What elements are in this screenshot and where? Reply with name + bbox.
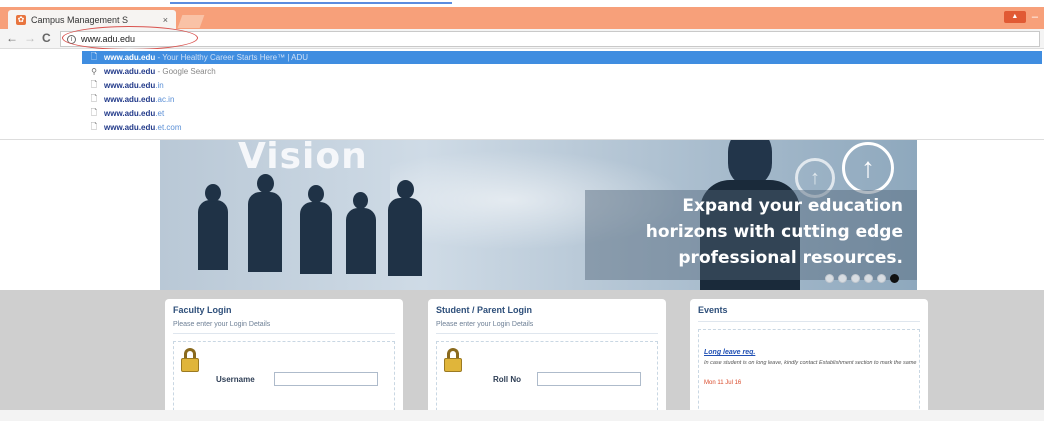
page-icon: 🗋 xyxy=(90,121,98,131)
faculty-login-title: Faculty Login xyxy=(173,305,232,315)
suggestion-item[interactable]: ⚲ www.adu.edu - Google Search xyxy=(82,65,1042,78)
events-title: Events xyxy=(698,305,728,315)
suggestion-url: www.adu.edu xyxy=(104,53,156,62)
minimize-button[interactable]: – xyxy=(1032,11,1038,23)
suggestion-url: www.adu.edu xyxy=(104,81,156,90)
lock-icon xyxy=(443,348,463,372)
back-arrow-icon[interactable]: ← xyxy=(6,31,18,45)
bottom-strip xyxy=(0,410,1044,421)
suggestion-url-suffix: .et.com xyxy=(155,123,182,132)
underlined-link[interactable] xyxy=(170,2,452,4)
slider-dot[interactable] xyxy=(838,274,847,283)
page-icon: 🗋 xyxy=(90,51,98,61)
hero-banner: Vision ↑ ↑ Expand your education horizon… xyxy=(160,140,917,290)
top-link-strip xyxy=(0,0,1044,7)
suggestion-url: www.adu.edu xyxy=(104,123,156,132)
page-icon: 🗋 xyxy=(90,93,98,103)
suggestion-url: www.adu.edu xyxy=(104,67,156,76)
divider xyxy=(698,321,920,322)
window-controls: ▲ – xyxy=(1003,11,1038,23)
page-icon: 🗋 xyxy=(90,79,98,89)
login-section: Faculty Login Please enter your Login De… xyxy=(0,290,1044,421)
suggestion-url-suffix: .ac.in xyxy=(155,95,175,104)
suggestion-url: www.adu.edu xyxy=(104,109,156,118)
event-description: In case student is on long leave, kindly… xyxy=(704,360,917,366)
slider-dot[interactable] xyxy=(851,274,860,283)
suggestion-item[interactable]: 🗋 www.adu.edu.et xyxy=(82,107,1042,120)
student-login-subtitle: Please enter your Login Details xyxy=(436,321,534,328)
suggestion-item[interactable]: 🗋 www.adu.edu.et.com xyxy=(82,121,1042,134)
slider-dots xyxy=(825,274,899,283)
profile-badge[interactable]: ▲ xyxy=(1003,11,1026,23)
up-arrow-icon: ↑ xyxy=(842,142,894,194)
reload-icon[interactable]: C xyxy=(42,31,51,45)
suggestion-url-suffix: .in xyxy=(155,81,164,90)
faculty-login-panel: Faculty Login Please enter your Login De… xyxy=(165,299,403,421)
omnibox-suggestions: 🗋 www.adu.edu - Your Healthy Career Start… xyxy=(0,49,1044,140)
tab-title: Campus Management S xyxy=(31,14,129,25)
tab-close-icon[interactable]: × xyxy=(163,15,168,25)
search-icon: ⚲ xyxy=(91,67,97,76)
page-icon: 🗋 xyxy=(90,107,98,117)
suggestion-description: - Google Search xyxy=(155,67,216,76)
browser-tab-bar: ✿ Campus Management S × ▲ – xyxy=(0,7,1044,29)
slider-dot-active[interactable] xyxy=(890,274,899,283)
tagline-line-3: professional resources. xyxy=(678,248,903,268)
event-title-link[interactable]: Long leave req. xyxy=(704,349,755,356)
student-login-panel: Student / Parent Login Please enter your… xyxy=(428,299,666,421)
events-box xyxy=(698,329,920,419)
address-bar[interactable]: i www.adu.edu xyxy=(60,31,1040,47)
username-label: Username xyxy=(216,375,255,384)
student-login-title: Student / Parent Login xyxy=(436,305,532,315)
events-panel: Events Long leave req. In case student i… xyxy=(690,299,928,419)
rollno-input[interactable] xyxy=(537,372,641,386)
forward-arrow-icon[interactable]: → xyxy=(24,31,36,45)
tagline-line-2: horizons with cutting edge xyxy=(645,222,903,242)
event-date: Mon 11 Jul 16 xyxy=(704,380,742,386)
new-tab-button[interactable] xyxy=(177,15,205,28)
site-favicon-icon: ✿ xyxy=(16,14,26,25)
tagline-box: Expand your education horizons with cutt… xyxy=(585,190,917,280)
suggestion-url: www.adu.edu xyxy=(104,95,156,104)
suggestion-item[interactable]: 🗋 www.adu.edu.ac.in xyxy=(82,93,1042,106)
hero-vision-heading: Vision xyxy=(238,140,368,177)
suggestion-item[interactable]: 🗋 www.adu.edu.in xyxy=(82,79,1042,92)
faculty-login-subtitle: Please enter your Login Details xyxy=(173,321,271,328)
student-login-box: Roll No xyxy=(436,341,658,421)
slider-dot[interactable] xyxy=(825,274,834,283)
faculty-login-box: Username xyxy=(173,341,395,421)
slider-dot[interactable] xyxy=(877,274,886,283)
tagline-line-1: Expand your education xyxy=(682,196,903,216)
rollno-label: Roll No xyxy=(493,375,521,384)
divider xyxy=(173,333,395,334)
suggestion-item[interactable]: 🗋 www.adu.edu - Your Healthy Career Start… xyxy=(82,51,1042,64)
red-highlight-ellipse xyxy=(62,26,198,50)
suggestion-url-suffix: .et xyxy=(155,109,165,118)
username-input[interactable] xyxy=(274,372,378,386)
suggestion-description: - Your Healthy Career Starts Here™ | ADU xyxy=(155,53,309,62)
slider-dot[interactable] xyxy=(864,274,873,283)
divider xyxy=(436,333,658,334)
lock-icon xyxy=(180,348,200,372)
